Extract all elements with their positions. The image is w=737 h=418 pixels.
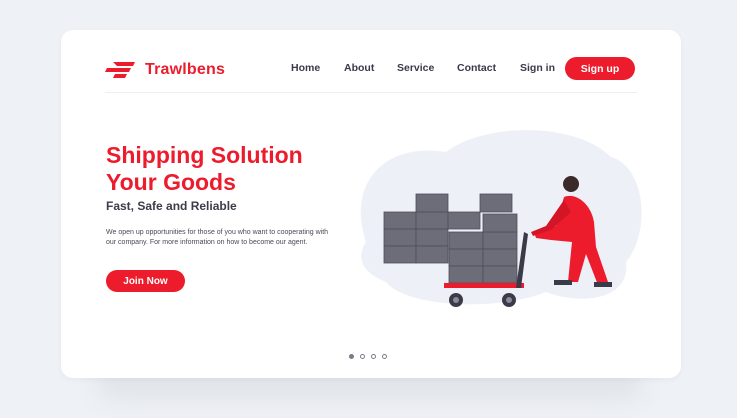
hero-subtitle: Fast, Safe and Reliable <box>106 199 237 213</box>
carousel-indicators <box>349 354 387 359</box>
join-now-button[interactable]: Join Now <box>106 270 185 292</box>
brand-logo[interactable]: Trawlbens <box>105 60 225 80</box>
landing-card: Trawlbens Home About Service Contact Sig… <box>61 30 681 378</box>
carousel-dot-1[interactable] <box>349 354 354 359</box>
nav-service[interactable]: Service <box>397 62 434 74</box>
carousel-dot-4[interactable] <box>382 354 387 359</box>
hero-title-line1: Shipping Solution <box>106 142 303 168</box>
hero-title: Shipping Solution Your Goods <box>106 142 303 196</box>
nav-contact[interactable]: Contact <box>457 62 496 74</box>
nav-home[interactable]: Home <box>291 62 320 74</box>
brand-name: Trawlbens <box>145 61 226 78</box>
signin-link[interactable]: Sign in <box>520 62 555 74</box>
nav-about[interactable]: About <box>344 62 374 74</box>
delivery-worker-illustration <box>360 130 642 307</box>
hero-title-line2: Your Goods <box>106 169 236 195</box>
carousel-dot-2[interactable] <box>360 354 365 359</box>
hero-description: We open up opportunities for those of yo… <box>106 229 329 246</box>
header-divider <box>105 92 637 93</box>
signup-button[interactable]: Sign up <box>565 57 635 80</box>
carousel-dot-3[interactable] <box>371 354 376 359</box>
truck-logo-icon <box>105 62 135 78</box>
